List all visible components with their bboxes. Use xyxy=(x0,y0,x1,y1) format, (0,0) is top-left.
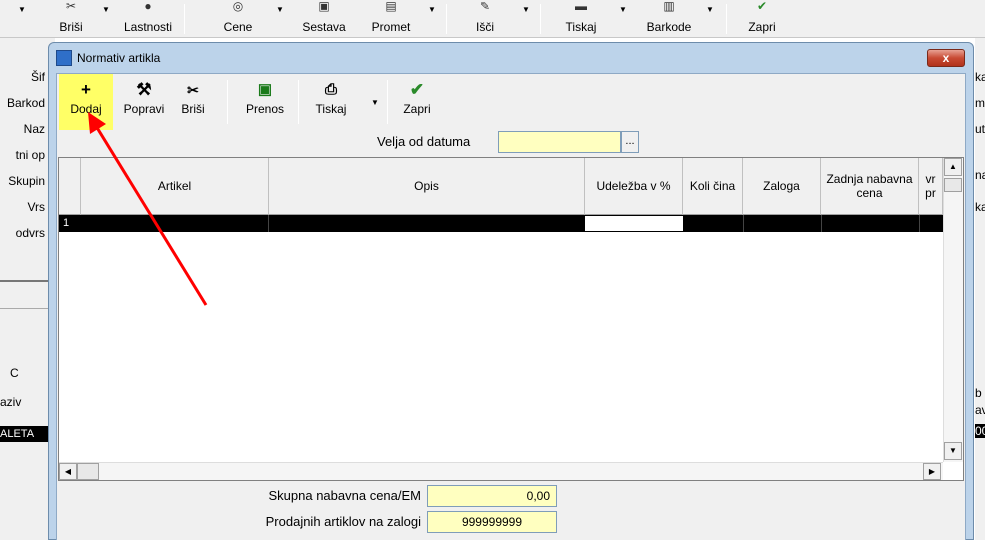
check-icon: ✔ xyxy=(756,2,768,13)
cell-vr-pr[interactable] xyxy=(919,215,943,232)
column-header-kolicina[interactable]: Koli čina xyxy=(683,158,743,215)
column-header-artikel[interactable]: Artikel xyxy=(81,158,269,215)
scroll-up-icon[interactable]: ▲ xyxy=(944,158,962,176)
cell-opis[interactable] xyxy=(269,215,585,232)
cell-artikel[interactable] xyxy=(81,215,269,232)
turnover-icon: ▤ xyxy=(385,2,397,13)
toolbar-separator xyxy=(446,4,447,34)
toolbar-separator xyxy=(298,80,299,124)
normativ-grid: Artikel Opis Udeležba v % Koli čina Zalo… xyxy=(58,157,964,481)
app-icon xyxy=(56,50,72,66)
toolbar-separator xyxy=(726,4,727,34)
close-button[interactable]: x xyxy=(927,49,965,67)
bg-prices-button[interactable]: ◎ Cene xyxy=(218,0,258,38)
dialog-client-area: + Dodaj ⚒ Popravi ✂ Briši ▣ Prenos ⎙ Tis… xyxy=(56,73,966,540)
background-form-labels: Šif Barkod Naz tni op Skupin Vrs odvrs C… xyxy=(0,38,55,540)
bg-label: Barkod xyxy=(6,96,45,110)
bg-label: Vrs xyxy=(27,200,45,214)
prices-icon: ◎ xyxy=(232,2,244,13)
scroll-left-icon[interactable]: ◀ xyxy=(59,463,77,480)
background-toolbar: ▼ ✂ Briši ▼ ● Lastnosti ◎ Cene ▼ ▣ Sesta… xyxy=(0,0,985,38)
bg-delete-button[interactable]: ✂ Briši xyxy=(56,0,86,38)
dropdown-caret-icon[interactable]: ▼ xyxy=(102,5,110,14)
column-header-zaloga[interactable]: Zaloga xyxy=(743,158,821,215)
column-header-zadnja-nabavna-cena[interactable]: Zadnja nabavna cena xyxy=(821,158,919,215)
search-icon: ✎ xyxy=(479,2,491,13)
edit-button[interactable]: ⚒ Popravi xyxy=(117,74,171,130)
transfer-button[interactable]: ▣ Prenos xyxy=(240,74,290,130)
bg-composition-button[interactable]: ▣ Sestava xyxy=(297,0,351,38)
composition-icon: ▣ xyxy=(318,2,330,13)
scroll-thumb[interactable] xyxy=(944,178,962,192)
bg-turnover-button[interactable]: ▤ Promet xyxy=(366,0,416,38)
toolbar-separator xyxy=(540,4,541,34)
divider xyxy=(0,280,55,282)
total-purchase-price-label: Skupna nabavna cena/EM xyxy=(268,488,422,503)
add-button[interactable]: + Dodaj xyxy=(59,74,113,130)
cell-udelezba-active[interactable] xyxy=(585,215,683,232)
bg-label: aziv xyxy=(0,395,22,409)
cell-zaloga[interactable] xyxy=(743,215,821,232)
properties-icon: ● xyxy=(144,2,152,13)
close-dialog-button[interactable]: ✔ Zapri xyxy=(397,74,437,130)
column-header-udelezba[interactable]: Udeležba v % xyxy=(585,158,683,215)
dropdown-caret-icon[interactable]: ▼ xyxy=(522,5,530,14)
column-header-vr-pr[interactable]: vr pr xyxy=(919,158,943,215)
bg-label: Naz xyxy=(23,122,45,136)
date-picker-button[interactable]: ... xyxy=(621,131,639,153)
scissors-icon: ✂ xyxy=(65,2,77,13)
bg-label: odvrs xyxy=(15,226,45,240)
dropdown-caret-icon[interactable]: ▼ xyxy=(428,5,436,14)
bg-search-button[interactable]: ✎ Išči xyxy=(470,0,500,38)
row-number[interactable]: 1 xyxy=(59,215,81,232)
valid-from-date-input[interactable] xyxy=(498,131,621,153)
divider xyxy=(0,308,55,309)
dropdown-caret-icon[interactable]: ▼ xyxy=(18,5,26,14)
vertical-scrollbar[interactable]: ▲ ▼ xyxy=(943,158,963,462)
cell-kolicina[interactable] xyxy=(683,215,743,232)
scroll-thumb[interactable] xyxy=(77,463,99,480)
print-button[interactable]: ⎙ Tiskaj xyxy=(309,74,353,130)
normativ-dialog: Normativ artikla x + Dodaj ⚒ Popravi ✂ B… xyxy=(48,42,974,540)
delete-button[interactable]: ✂ Briši xyxy=(174,74,212,130)
barcode-icon: ▥ xyxy=(663,2,675,13)
background-right-edge: ka m ut na ka b av 00 xyxy=(975,38,985,540)
dropdown-caret-icon[interactable]: ▼ xyxy=(706,5,714,14)
dialog-title: Normativ artikla xyxy=(77,51,161,65)
scroll-right-icon[interactable]: ▶ xyxy=(923,463,941,480)
dropdown-caret-icon[interactable]: ▼ xyxy=(619,5,627,14)
dropdown-caret-icon[interactable]: ▼ xyxy=(276,5,284,14)
stock-count-field: 999999999 xyxy=(427,511,557,533)
toolbar-separator xyxy=(184,4,185,34)
scroll-down-icon[interactable]: ▼ xyxy=(944,442,962,460)
scissors-icon: ✂ xyxy=(187,82,199,98)
dialog-titlebar[interactable]: Normativ artikla x xyxy=(49,43,973,73)
bg-barcodes-button[interactable]: ▥ Barkode xyxy=(638,0,700,38)
transfer-icon: ▣ xyxy=(257,81,273,98)
column-header-opis[interactable]: Opis xyxy=(269,158,585,215)
print-dropdown-caret-icon[interactable]: ▼ xyxy=(371,98,379,107)
hammer-icon: ⚒ xyxy=(136,80,152,99)
bg-print-button[interactable]: ▬ Tiskaj xyxy=(563,0,599,38)
bg-label: Šif xyxy=(30,70,45,84)
toolbar-separator xyxy=(387,80,388,124)
printer-icon: ▬ xyxy=(575,2,587,13)
stock-count-label: Prodajnih artiklov na zalogi xyxy=(265,514,421,529)
bg-close-button[interactable]: ✔ Zapri xyxy=(744,0,780,38)
bg-dark-cell: ALETA xyxy=(0,426,55,442)
printer-icon: ⎙ xyxy=(324,81,337,98)
total-purchase-price-field: 0,00 xyxy=(427,485,557,507)
row-header-corner xyxy=(59,158,81,215)
bg-properties-button[interactable]: ● Lastnosti xyxy=(118,0,178,38)
cell-zadnja-nabavna-cena[interactable] xyxy=(821,215,919,232)
horizontal-scrollbar[interactable]: ◀ ▶ xyxy=(59,462,943,480)
bg-label: tni op xyxy=(15,148,45,162)
bg-label: Skupin xyxy=(8,174,45,188)
plus-icon: + xyxy=(81,80,91,99)
toolbar-separator xyxy=(227,80,228,124)
valid-from-label: Velja od datuma xyxy=(377,134,471,149)
bg-label: C xyxy=(10,366,19,380)
check-icon: ✔ xyxy=(409,80,425,99)
